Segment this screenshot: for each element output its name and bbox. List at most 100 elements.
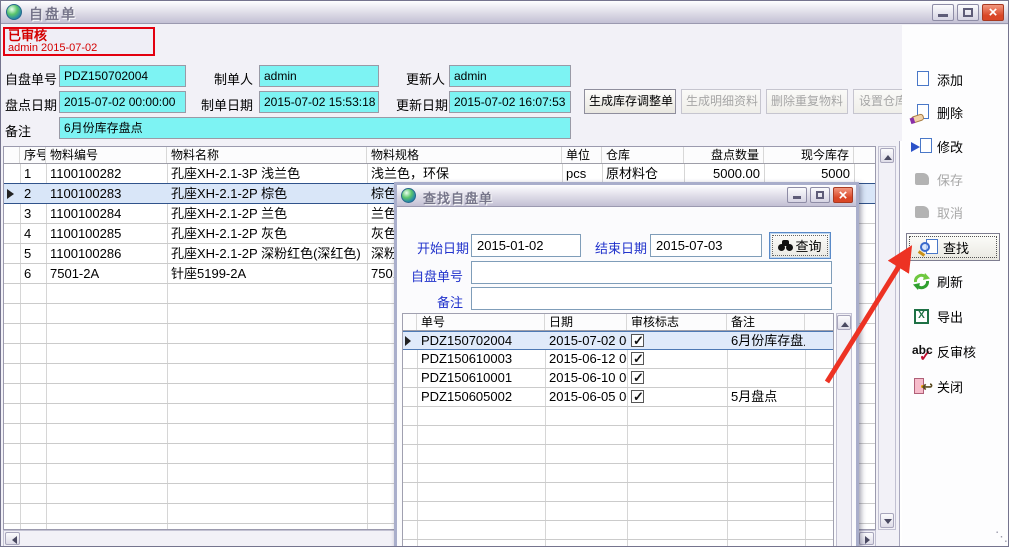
current-row-marker-icon: [405, 336, 416, 346]
remark-field[interactable]: 6月份库存盘点: [59, 117, 571, 139]
delete-hand-icon: [912, 103, 932, 122]
generate-adjustment-button[interactable]: 生成库存调整单: [584, 89, 676, 114]
dialog-maximize-button[interactable]: [810, 187, 830, 203]
cancel-icon: [912, 203, 932, 222]
dialog-table-row[interactable]: PDZ150610003 2015-06-12 00: [403, 350, 833, 369]
audit-info: admin 2015-07-02: [8, 43, 150, 54]
dialog-remark-label: 备注: [437, 292, 463, 311]
update-date-field[interactable]: 2015-07-02 16:07:53: [449, 91, 571, 113]
resize-grip[interactable]: ⋱: [995, 529, 1006, 545]
audit-status: 已审核: [8, 29, 150, 43]
dialog-table-row[interactable]: PDZ150605002 2015-06-05 00 5月盘点: [403, 388, 833, 407]
sidebar-item-find[interactable]: 查找: [906, 233, 1000, 261]
sidebar-item-delete[interactable]: 删除: [912, 100, 963, 124]
updater-label: 更新人: [396, 69, 445, 88]
column-header-doc-no[interactable]: 单号: [417, 314, 545, 330]
table-header-row: 序号 物料编号 物料名称 物料规格 单位 仓库 盘点数量 现今库存: [4, 147, 875, 164]
start-date-input[interactable]: 2015-01-02: [471, 234, 581, 257]
end-date-label: 结束日期: [595, 238, 647, 257]
maker-label: 制单人: [201, 69, 253, 88]
maximize-button[interactable]: [957, 4, 979, 21]
dialog-remark-input[interactable]: [471, 287, 832, 310]
binoculars-icon: [778, 240, 793, 251]
main-window: 自盘单 已审核 admin 2015-07-02 自盘单号 PDZ1507020…: [0, 0, 1009, 547]
dialog-icon: [401, 188, 416, 203]
audit-stamp: 已审核 admin 2015-07-02: [3, 27, 155, 56]
dialog-doc-no-label: 自盘单号: [411, 266, 463, 285]
dialog-vertical-scrollbar[interactable]: [836, 313, 852, 547]
up-arrow-icon: [841, 318, 849, 327]
column-header-qty[interactable]: 盘点数量: [684, 147, 764, 163]
add-document-icon: [912, 70, 932, 89]
left-arrow-icon: [8, 536, 17, 544]
dialog-controls: [787, 187, 853, 203]
dialog-minimize-button[interactable]: [787, 187, 807, 203]
make-date-field[interactable]: 2015-07-02 15:53:18: [259, 91, 379, 113]
sidebar-item-cancel: 取消: [912, 200, 963, 224]
column-header-name[interactable]: 物料名称: [167, 147, 367, 163]
column-header-audit[interactable]: 审核标志: [627, 314, 727, 330]
excel-export-icon: [912, 307, 932, 326]
delete-duplicate-button: 删除重复物料: [766, 89, 848, 114]
sidebar-item-unaudit[interactable]: ✓ 反审核: [912, 339, 976, 363]
minimize-button[interactable]: [932, 4, 954, 21]
dialog-table-row[interactable]: PDZ150610001 2015-06-10 00: [403, 369, 833, 388]
dialog-doc-no-input[interactable]: [471, 261, 832, 284]
table-row[interactable]: 1 1100100282 孔座XH-2.1-3P 浅兰色 浅兰色，环保 pcs …: [4, 164, 875, 184]
dialog-result-table: 单号 日期 审核标志 备注 PDZ150702004 2015-07-02 00…: [402, 313, 834, 547]
update-date-label: 更新日期: [396, 95, 445, 114]
start-date-label: 开始日期: [417, 238, 469, 257]
sidebar-item-refresh[interactable]: 刷新: [912, 269, 963, 293]
modify-arrow-icon: [912, 137, 932, 156]
window-titlebar: 自盘单: [1, 1, 1008, 24]
query-button[interactable]: 查询: [769, 232, 831, 259]
audit-checkbox[interactable]: [631, 390, 644, 403]
row-marker-header: [4, 147, 20, 163]
column-header-code[interactable]: 物料编号: [46, 147, 167, 163]
find-magnifier-icon: [919, 238, 939, 257]
sidebar-item-export[interactable]: 导出: [912, 304, 963, 328]
column-header-stock[interactable]: 现今库存: [764, 147, 854, 163]
sidebar: 添加 删除 修改 保存 取消 查找: [902, 25, 1008, 546]
right-arrow-icon: [865, 536, 874, 544]
column-header-unit[interactable]: 单位: [562, 147, 602, 163]
sidebar-item-modify[interactable]: 修改: [912, 134, 963, 158]
dialog-title: 查找自盘单: [423, 188, 493, 207]
unaudit-abc-icon: ✓: [912, 342, 932, 361]
column-header-remark[interactable]: 备注: [727, 314, 805, 330]
dialog-scroll-up-button[interactable]: [837, 315, 851, 330]
column-header-warehouse[interactable]: 仓库: [602, 147, 684, 163]
scroll-right-button[interactable]: [859, 532, 874, 545]
audit-checkbox[interactable]: [631, 371, 644, 384]
dialog-titlebar[interactable]: 查找自盘单: [397, 185, 856, 207]
dialog-close-button[interactable]: [833, 187, 853, 203]
audit-checkbox[interactable]: [631, 334, 644, 347]
scroll-down-button[interactable]: [880, 513, 894, 528]
column-header-spec[interactable]: 物料规格: [367, 147, 562, 163]
down-arrow-icon: [884, 519, 892, 528]
audit-checkbox[interactable]: [631, 352, 644, 365]
generate-detail-button: 生成明细资料: [681, 89, 761, 114]
sidebar-item-add[interactable]: 添加: [912, 67, 963, 91]
scroll-up-button[interactable]: [880, 148, 894, 163]
window-title: 自盘单: [29, 4, 77, 24]
doc-no-field[interactable]: PDZ150702004: [59, 65, 186, 87]
doc-no-label: 自盘单号: [5, 69, 57, 88]
close-button[interactable]: [982, 4, 1004, 21]
up-arrow-icon: [884, 151, 892, 160]
column-header-filler: [854, 147, 875, 163]
column-header-date[interactable]: 日期: [545, 314, 627, 330]
remark-label: 备注: [5, 121, 31, 140]
column-header-idx[interactable]: 序号: [20, 147, 46, 163]
dialog-table-row-selected[interactable]: PDZ150702004 2015-07-02 00 6月份库存盘点: [403, 331, 833, 350]
dialog-table-header: 单号 日期 审核标志 备注: [403, 314, 833, 331]
sidebar-item-close[interactable]: ↩ 关闭: [912, 374, 963, 398]
updater-field[interactable]: admin: [449, 65, 571, 87]
count-date-field[interactable]: 2015-07-02 00:00:00: [59, 91, 186, 113]
maker-field[interactable]: admin: [259, 65, 379, 87]
count-date-label: 盘点日期: [5, 95, 57, 114]
end-date-input[interactable]: 2015-07-03: [650, 234, 762, 257]
find-dialog: 查找自盘单 开始日期 2015-01-02 结束日期 2015-07-03 查询…: [394, 182, 859, 547]
scroll-left-button[interactable]: [5, 532, 20, 545]
vertical-scrollbar[interactable]: [878, 146, 896, 530]
